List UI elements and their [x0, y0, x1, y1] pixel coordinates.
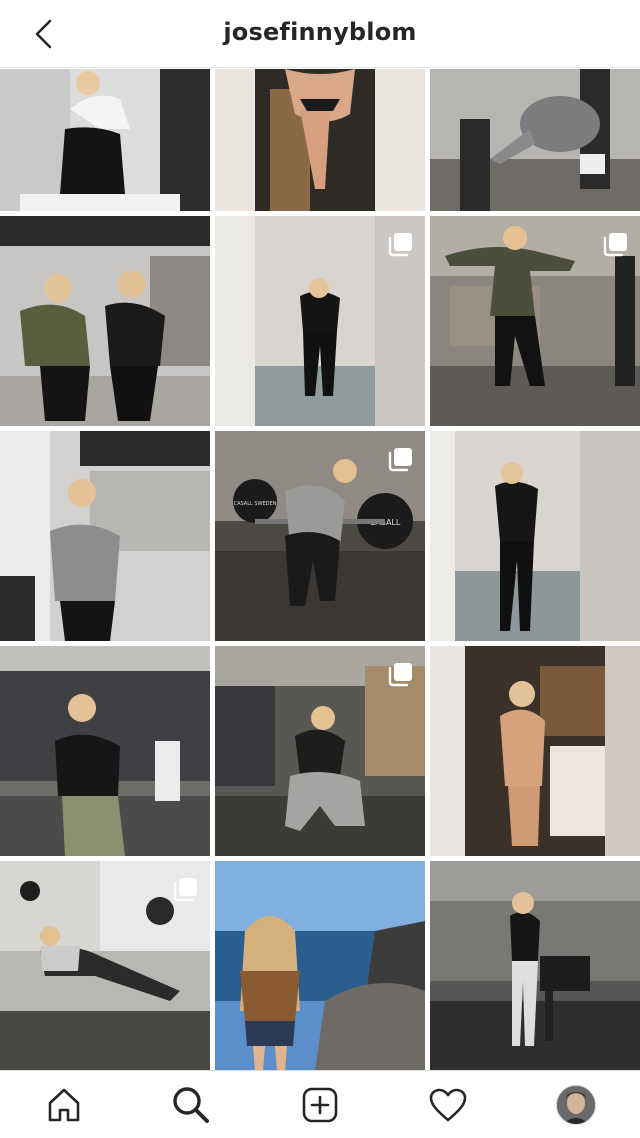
- tab-home[interactable]: [42, 1083, 86, 1127]
- post-thumbnail-10[interactable]: [0, 646, 210, 856]
- activity-heart-icon: [429, 1088, 467, 1122]
- tab-activity[interactable]: [426, 1083, 470, 1127]
- tab-search[interactable]: [169, 1083, 213, 1127]
- search-icon: [173, 1087, 209, 1123]
- weight-plate-label-left: CASALL SWEDEN: [234, 501, 277, 507]
- post-thumbnail-15[interactable]: [430, 861, 640, 1071]
- post-thumbnail-5[interactable]: [215, 216, 425, 426]
- profile-header: josefinnyblom: [0, 0, 640, 68]
- home-icon: [48, 1088, 80, 1122]
- post-thumbnail-12[interactable]: [430, 646, 640, 856]
- tab-new-post[interactable]: [298, 1083, 342, 1127]
- profile-avatar: [556, 1085, 596, 1125]
- post-thumbnail-13[interactable]: [0, 861, 210, 1071]
- post-thumbnail-2[interactable]: [215, 69, 425, 211]
- post-thumbnail-1[interactable]: [0, 69, 210, 211]
- profile-username: josefinnyblom: [223, 18, 417, 46]
- multiple-photos-icon: [388, 663, 412, 687]
- multiple-photos-icon: [388, 233, 412, 257]
- post-thumbnail-7[interactable]: [0, 431, 210, 641]
- multiple-photos-icon: [388, 448, 412, 472]
- post-thumbnail-9[interactable]: [430, 431, 640, 641]
- tab-profile[interactable]: [554, 1083, 598, 1127]
- post-thumbnail-4[interactable]: [0, 216, 210, 426]
- multiple-photos-icon: [173, 878, 197, 902]
- posts-grid: CASALL CASALL SWEDEN: [0, 69, 640, 1071]
- post-thumbnail-3[interactable]: [430, 69, 640, 211]
- post-thumbnail-11[interactable]: [215, 646, 425, 856]
- post-thumbnail-14[interactable]: [215, 861, 425, 1071]
- post-thumbnail-8[interactable]: CASALL CASALL SWEDEN: [215, 431, 425, 641]
- multiple-photos-icon: [603, 233, 627, 257]
- post-thumbnail-6[interactable]: [430, 216, 640, 426]
- bottom-tab-bar: [0, 1070, 640, 1138]
- new-post-icon: [302, 1087, 338, 1123]
